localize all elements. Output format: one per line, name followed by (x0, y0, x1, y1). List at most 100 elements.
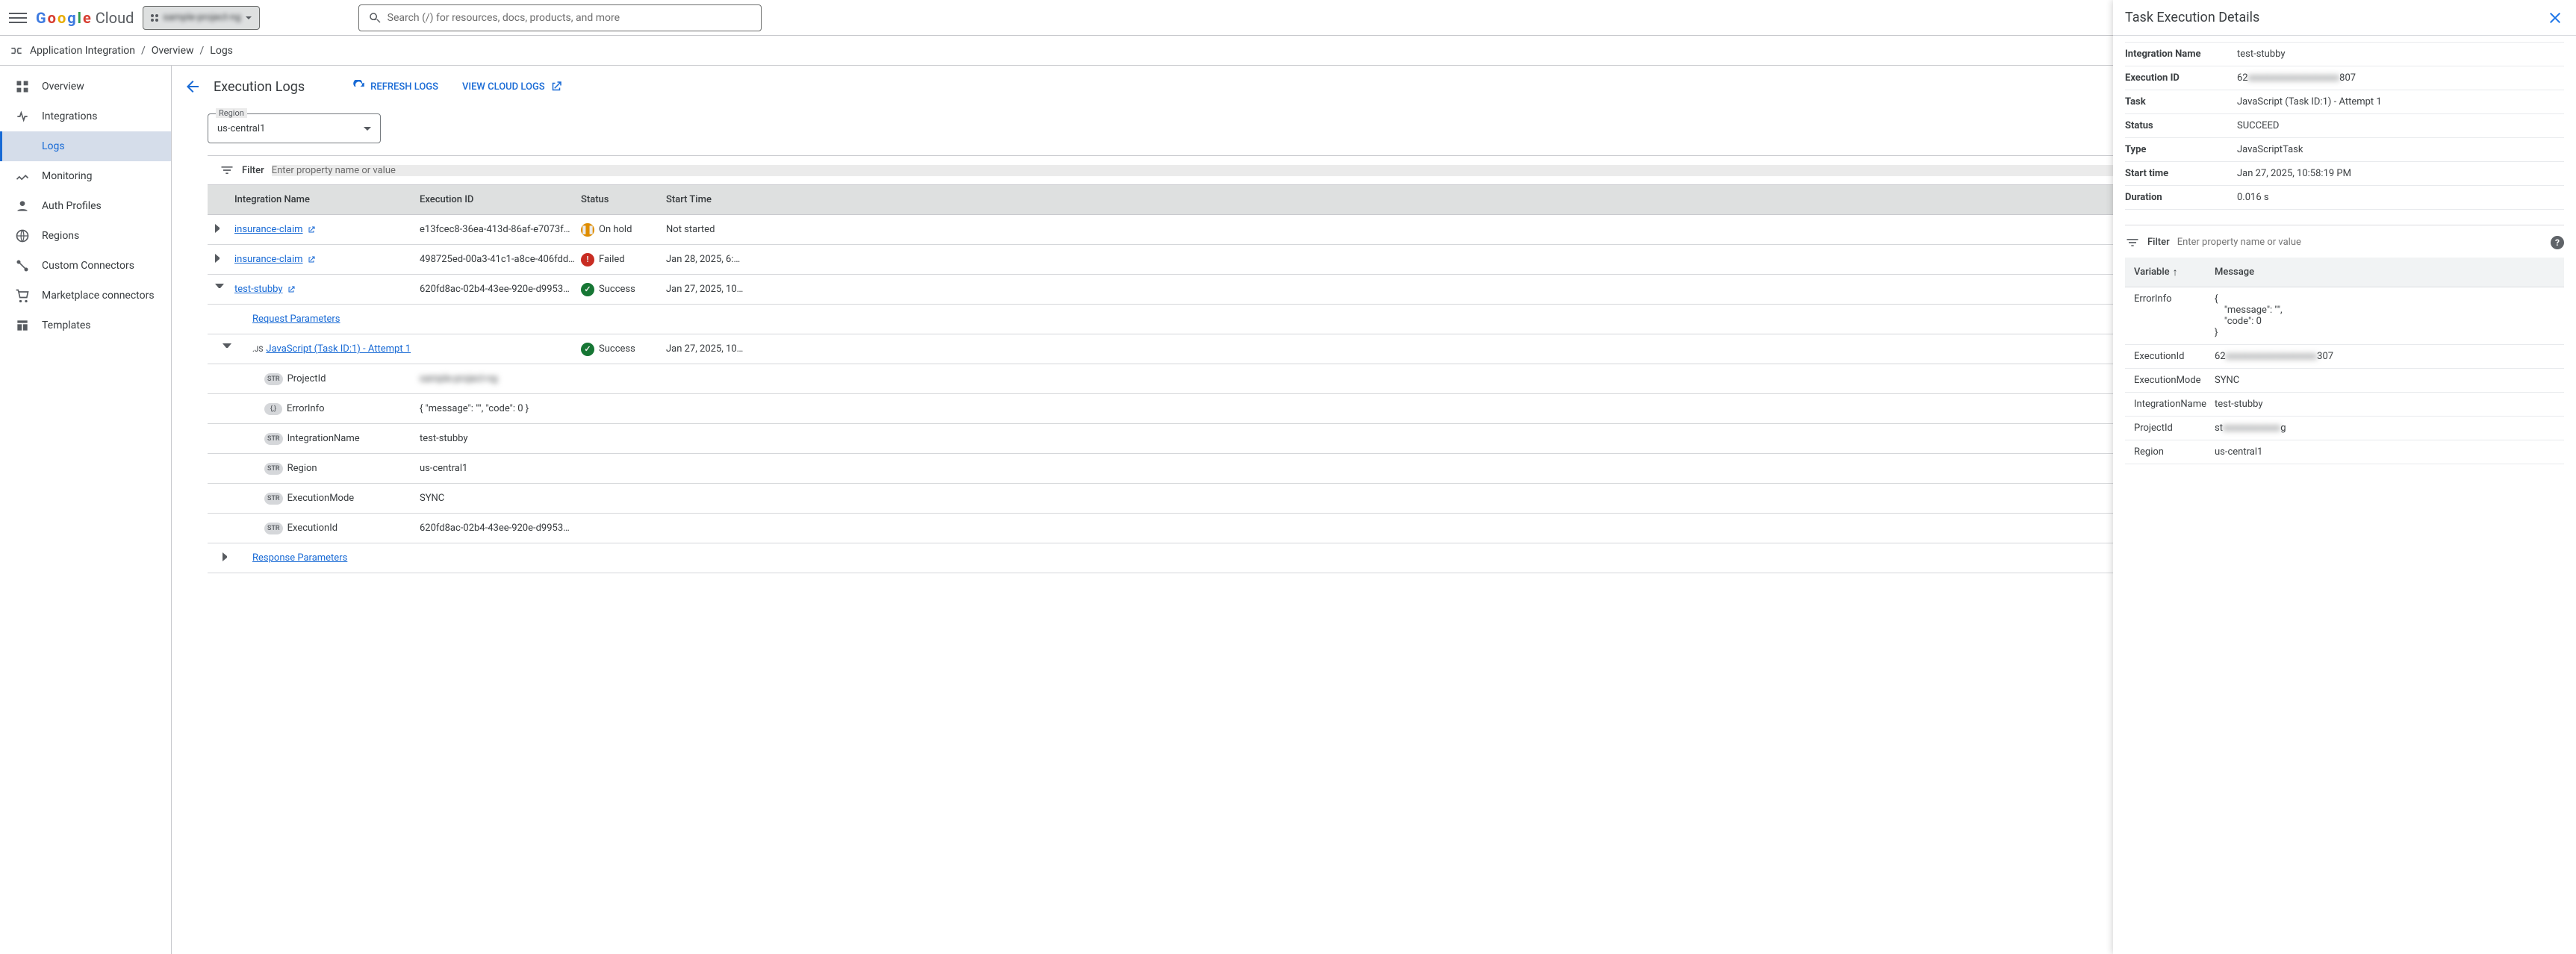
js-task-link[interactable]: JavaScript (Task ID:1) - Attempt 1 (266, 343, 411, 355)
expand-icon[interactable] (215, 224, 224, 233)
sidebar-label: Marketplace connectors (42, 290, 155, 302)
refresh-label: REFRESH LOGS (370, 81, 438, 93)
kv-value: test-stubby (2237, 49, 2564, 60)
integration-icon (9, 43, 24, 58)
kv-value: 0.016 s (2237, 192, 2564, 203)
breadcrumb-product[interactable]: Application Integration (30, 45, 135, 57)
breadcrumb-overview[interactable]: Overview (152, 45, 194, 57)
cart-icon (15, 288, 30, 303)
var-value: 620fd8ac-02b4-43ee-920e-d9953… (420, 523, 1449, 534)
expand-icon[interactable] (223, 552, 231, 561)
monitoring-icon (15, 169, 30, 184)
templates-icon (15, 318, 30, 333)
chevron-down-icon (246, 16, 252, 19)
refresh-icon (352, 80, 366, 93)
execution-id: e13fcec8-36ea-413d-86af-e7073f… (420, 224, 581, 235)
filter-label: Filter (242, 165, 264, 176)
help-icon[interactable]: ? (2551, 236, 2564, 249)
kv-value: JavaScriptTask (2237, 144, 2564, 155)
auth-icon (15, 199, 30, 213)
integration-link[interactable]: insurance-claim (234, 224, 303, 235)
kv-value: SUCCEED (2237, 120, 2564, 131)
var-message: test-stubby (2215, 399, 2564, 410)
type-badge: STR (264, 373, 283, 385)
col-variable[interactable]: Variable↑ (2125, 266, 2215, 278)
panel-filter-label: Filter (2147, 237, 2170, 248)
refresh-logs-button[interactable]: REFRESH LOGS (346, 75, 444, 98)
external-link-icon (307, 225, 316, 234)
sidebar-item-auth-profiles[interactable]: Auth Profiles (0, 191, 171, 221)
var-name: ExecutionMode (287, 493, 355, 504)
status-badge: ❚❚On hold (581, 223, 666, 237)
var-row: IntegrationNametest-stubby (2125, 393, 2564, 417)
sidebar-item-custom-connectors[interactable]: Custom Connectors (0, 251, 171, 281)
js-badge: .JS (252, 346, 263, 354)
search-input[interactable] (388, 12, 752, 24)
variables-table: Variable↑ Message ErrorInfo{ "message": … (2125, 258, 2564, 464)
execution-id: 620fd8ac-02b4-43ee-920e-d9953… (420, 284, 581, 295)
kv-row: Integration Nametest-stubby (2125, 43, 2564, 66)
sidebar-label: Integrations (42, 110, 97, 122)
var-row: Regionus-central1 (2125, 440, 2564, 464)
project-picker[interactable]: sample-project-ng (143, 6, 259, 30)
col-status: Status (581, 194, 666, 205)
status-badge: !Failed (581, 253, 666, 266)
sidebar-item-marketplace[interactable]: Marketplace connectors (0, 281, 171, 311)
sidebar-item-monitoring[interactable]: Monitoring (0, 161, 171, 191)
var-name: Region (287, 463, 317, 474)
var-value: sample-project-ng (420, 373, 1449, 384)
var-row: ProjectIdstxxxxxxxxxxxxg (2125, 417, 2564, 440)
var-name: Region (2125, 446, 2215, 458)
integration-link[interactable]: insurance-claim (234, 254, 303, 265)
details-kv-table: Integration Nametest-stubbyExecution ID6… (2125, 42, 2564, 210)
kv-value: JavaScript (Task ID:1) - Attempt 1 (2237, 96, 2564, 107)
sidebar-item-regions[interactable]: Regions (0, 221, 171, 251)
external-link-icon (307, 255, 316, 264)
var-name: IntegrationName (2125, 399, 2215, 410)
col-integration: Integration Name (231, 194, 420, 205)
region-select[interactable]: Region us-central1 (208, 113, 381, 143)
task-details-panel: Task Execution Details Integration Namet… (2113, 0, 2576, 954)
var-row: ExecutionModeSYNC (2125, 369, 2564, 393)
regions-icon (15, 228, 30, 243)
integration-link[interactable]: test-stubby (234, 284, 283, 295)
var-value: { "message": "", "code": 0 } (420, 403, 1449, 414)
chevron-down-icon (364, 127, 371, 131)
sidebar-item-templates[interactable]: Templates (0, 311, 171, 340)
request-params-link[interactable]: Request Parameters (252, 314, 340, 325)
hamburger-menu-icon[interactable] (9, 9, 27, 27)
var-value: SYNC (420, 493, 1449, 504)
sidebar-item-integrations[interactable]: Integrations (0, 102, 171, 131)
response-params-link[interactable]: Response Parameters (252, 552, 347, 564)
expand-icon[interactable] (215, 284, 224, 293)
panel-title: Task Execution Details (2125, 10, 2259, 25)
external-link-icon (550, 80, 563, 93)
expand-icon[interactable] (223, 343, 231, 352)
global-search[interactable] (358, 4, 762, 31)
status-badge: ✓Success (581, 283, 666, 296)
expand-icon[interactable] (215, 254, 224, 263)
sidebar-item-logs[interactable]: Logs (0, 131, 171, 161)
panel-filter-input[interactable] (2177, 237, 2543, 248)
var-row: ErrorInfo{ "message": "", "code": 0} (2125, 287, 2564, 345)
type-badge: STR (264, 523, 283, 534)
region-label: Region (216, 108, 247, 118)
kv-row: Start timeJan 27, 2025, 10:58:19 PM (2125, 162, 2564, 186)
logs-icon (15, 139, 30, 154)
var-name: IntegrationName (287, 433, 360, 444)
var-value: test-stubby (420, 433, 1449, 444)
view-cloud-logs-button[interactable]: VIEW CLOUD LOGS (456, 75, 569, 98)
external-link-icon (287, 285, 296, 294)
var-name: ExecutionId (287, 523, 337, 534)
page-title: Execution Logs (214, 79, 305, 95)
kv-row: TypeJavaScriptTask (2125, 138, 2564, 162)
back-arrow-icon[interactable] (184, 78, 202, 96)
region-value: us-central1 (217, 123, 265, 134)
close-icon[interactable] (2546, 9, 2564, 27)
var-message: SYNC (2215, 375, 2564, 386)
gcp-logo[interactable]: Google Cloud (36, 9, 134, 27)
sidebar-label: Auth Profiles (42, 200, 102, 212)
col-message: Message (2215, 266, 2564, 278)
kv-row: Duration0.016 s (2125, 186, 2564, 210)
sidebar-item-overview[interactable]: Overview (0, 72, 171, 102)
